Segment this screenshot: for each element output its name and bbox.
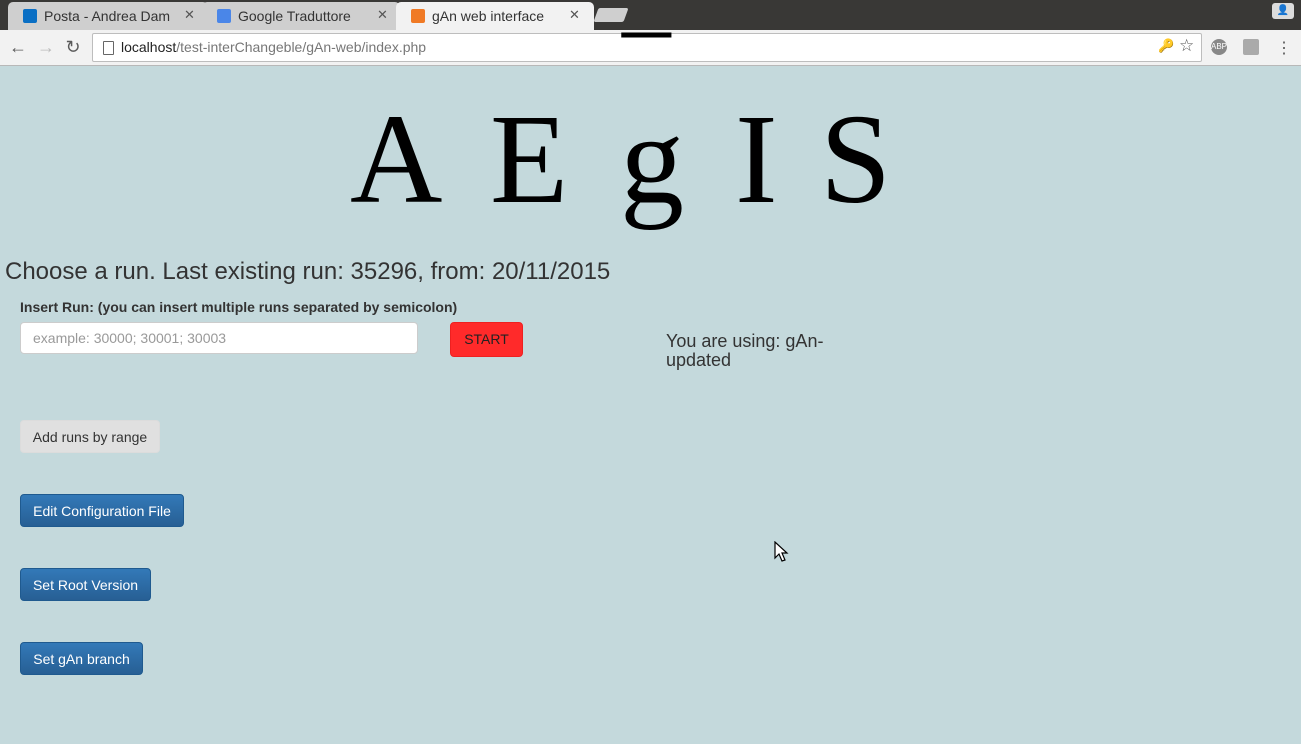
forward-icon[interactable]: → [36, 37, 56, 57]
page-title: Choose a run. Last existing run: 35296, … [5, 258, 611, 285]
adblock-icon[interactable]: ABP [1211, 39, 1227, 55]
new-tab-button[interactable] [593, 8, 629, 22]
tab-gan-web-interface[interactable]: gAn web interface ✕ [396, 2, 594, 30]
insert-run-label: Insert Run: (you can insert multiple run… [20, 299, 458, 315]
tab-title: Posta - Andrea Dam [44, 8, 171, 24]
close-icon[interactable]: ✕ [377, 7, 388, 23]
page-icon [103, 41, 114, 55]
menu-icon[interactable]: ⋮ [1276, 38, 1292, 58]
tab-posta[interactable]: Posta - Andrea Dam ✕ [8, 2, 208, 30]
outlook-icon [23, 9, 37, 23]
profile-icon[interactable]: 👤 [1272, 3, 1294, 19]
google-translate-icon [217, 9, 231, 23]
set-gan-branch-button[interactable]: Set gAn branch [20, 642, 143, 675]
extension-cube-icon[interactable] [1243, 39, 1259, 55]
bookmark-star-icon[interactable]: ☆ [1179, 36, 1194, 56]
back-icon[interactable]: ← [8, 37, 28, 57]
start-button[interactable]: START [450, 322, 523, 357]
using-version-text: You are using: gAn-updated [666, 331, 824, 370]
tab-google-traduttore[interactable]: Google Traduttore ✕ [202, 2, 400, 30]
close-icon[interactable]: ✕ [569, 7, 580, 23]
key-icon[interactable]: 🔑 [1158, 38, 1174, 54]
edit-configuration-file-button[interactable]: Edit Configuration File [20, 494, 184, 527]
close-icon[interactable]: ✕ [184, 7, 195, 23]
xampp-icon [411, 9, 425, 23]
url-text[interactable]: localhost/test-interChangeble/gAn-web/in… [121, 39, 426, 55]
tab-title: gAn web interface [432, 8, 545, 24]
tab-title: Google Traduttore [238, 8, 351, 24]
aegis-logo: A E g ‾ I S [350, 20, 892, 230]
run-input[interactable] [20, 322, 418, 354]
mouse-cursor-icon [774, 541, 789, 562]
reload-icon[interactable]: ↻ [63, 37, 83, 57]
set-root-version-button[interactable]: Set Root Version [20, 568, 151, 601]
add-runs-by-range-button[interactable]: Add runs by range [20, 420, 160, 453]
